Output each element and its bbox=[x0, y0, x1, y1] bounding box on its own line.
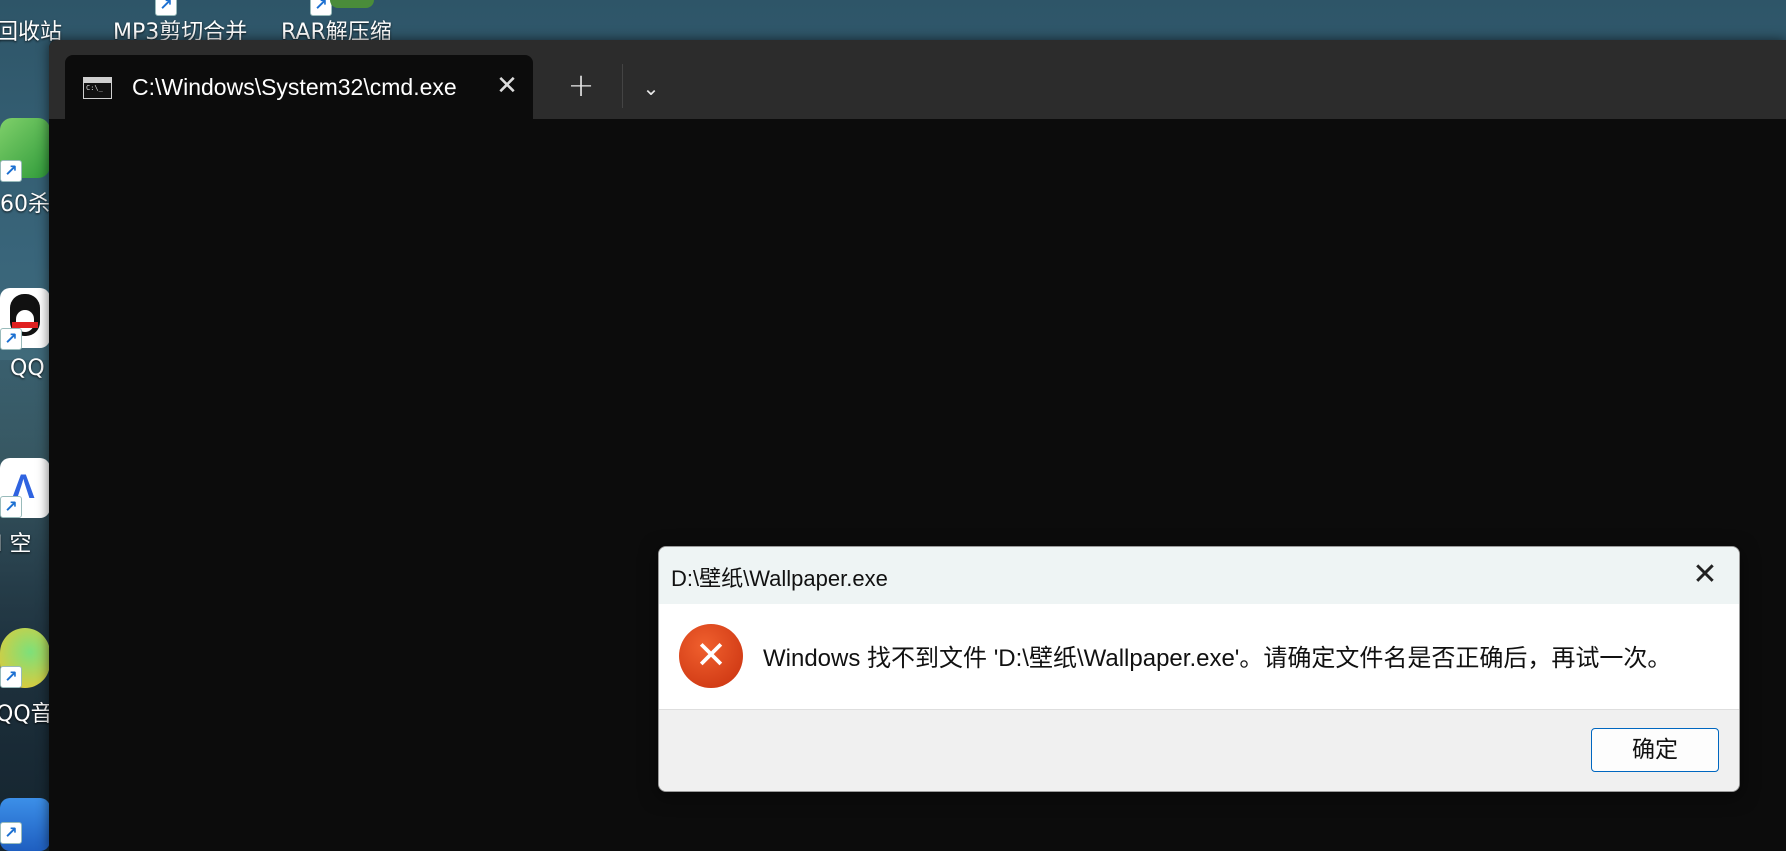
dialog-title: D:\壁纸\Wallpaper.exe bbox=[671, 566, 888, 591]
chevron-down-icon[interactable]: ⌄ bbox=[633, 70, 669, 106]
shortcut-arrow-icon: ↗ bbox=[0, 666, 22, 688]
dialog-titlebar[interactable]: D:\壁纸\Wallpaper.exe ✕ bbox=[659, 547, 1739, 604]
desktop-icon-qq[interactable]: QQ bbox=[10, 356, 45, 381]
tab-close-icon[interactable]: ✕ bbox=[490, 69, 524, 103]
tab-separator bbox=[622, 64, 623, 108]
desktop-icon-label: QQ bbox=[10, 356, 45, 381]
desktop-icon-label: QQ音 bbox=[0, 702, 53, 727]
command-prompt-icon bbox=[83, 77, 112, 99]
shortcut-arrow-icon: ↗ bbox=[0, 160, 22, 182]
error-icon: ✕ bbox=[679, 624, 743, 688]
shortcut-arrow-icon: ↗ bbox=[0, 328, 22, 350]
ok-button[interactable]: 确定 bbox=[1591, 728, 1719, 772]
close-icon[interactable]: ✕ bbox=[1685, 555, 1725, 595]
shortcut-arrow-icon: ↗ bbox=[0, 822, 22, 844]
desktop-icon-qq-music[interactable]: QQ音 bbox=[0, 696, 53, 728]
new-tab-button[interactable]: + bbox=[561, 67, 601, 107]
desktop-icon-ai[interactable]: I 空 bbox=[0, 526, 31, 558]
tab-title: C:\Windows\System32\cmd.exe bbox=[132, 74, 457, 100]
dialog-body: ✕ Windows 找不到文件 'D:\壁纸\Wallpaper.exe'。请确… bbox=[659, 604, 1739, 709]
dialog-message: Windows 找不到文件 'D:\壁纸\Wallpaper.exe'。请确定文… bbox=[763, 645, 1672, 672]
desktop-icon-label: I 空 bbox=[0, 532, 32, 557]
shortcut-arrow-icon: ↗ bbox=[0, 496, 22, 518]
error-dialog: D:\壁纸\Wallpaper.exe ✕ ✕ Windows 找不到文件 'D… bbox=[658, 546, 1740, 792]
dialog-footer: 确定 bbox=[659, 709, 1739, 791]
rar-icon bbox=[330, 0, 374, 8]
tab-bar: C:\Windows\System32\cmd.exe ✕ + ⌄ bbox=[49, 40, 1786, 119]
desktop-icon-360[interactable]: 60杀 bbox=[0, 186, 50, 218]
desktop-icon-label: 60杀 bbox=[0, 192, 50, 217]
tab-cmd[interactable]: C:\Windows\System32\cmd.exe ✕ bbox=[65, 55, 533, 119]
